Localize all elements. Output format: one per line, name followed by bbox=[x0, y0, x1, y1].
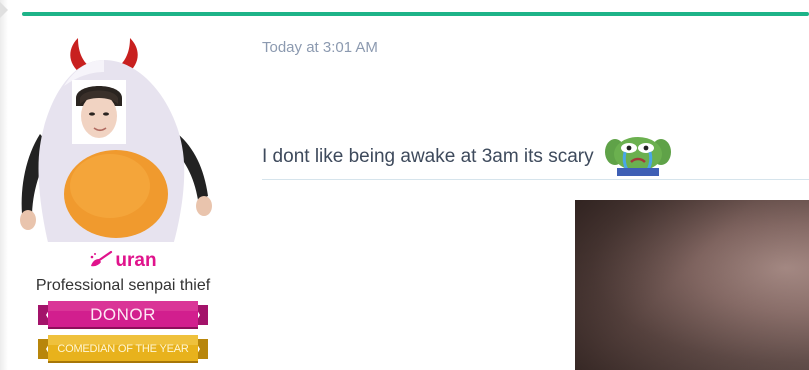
post-arrow-notch bbox=[0, 2, 8, 18]
image-attachment-shade bbox=[575, 200, 809, 370]
user-title: Professional senpai thief bbox=[35, 277, 211, 294]
post-accent-bar bbox=[22, 12, 809, 16]
image-attachment[interactable] bbox=[575, 200, 809, 370]
username-label: uran bbox=[115, 250, 157, 271]
donor-banner-label: DONOR bbox=[90, 305, 156, 324]
comedian-banner: COMEDIAN OF THE YEAR bbox=[38, 333, 208, 365]
broom-icon bbox=[91, 250, 113, 267]
message-divider bbox=[262, 179, 809, 180]
message-content: I dont like being awake at 3am its scary bbox=[262, 130, 673, 176]
donor-banner: DONOR bbox=[38, 299, 208, 331]
crying-frog-emote-icon bbox=[604, 137, 671, 176]
message-post: uran Professional senpai thief DONOR COM… bbox=[0, 0, 809, 370]
message-body: Today at 3:01 AM I dont like being awake… bbox=[262, 30, 809, 370]
message-text: I dont like being awake at 3am its scary bbox=[262, 146, 594, 167]
post-timestamp[interactable]: Today at 3:01 AM bbox=[262, 39, 378, 57]
username[interactable]: uran bbox=[18, 249, 228, 273]
post-left-edge bbox=[0, 0, 8, 370]
avatar[interactable] bbox=[18, 36, 228, 242]
user-info: uran Professional senpai thief DONOR COM… bbox=[18, 30, 228, 370]
comedian-banner-label: COMEDIAN OF THE YEAR bbox=[57, 343, 189, 355]
